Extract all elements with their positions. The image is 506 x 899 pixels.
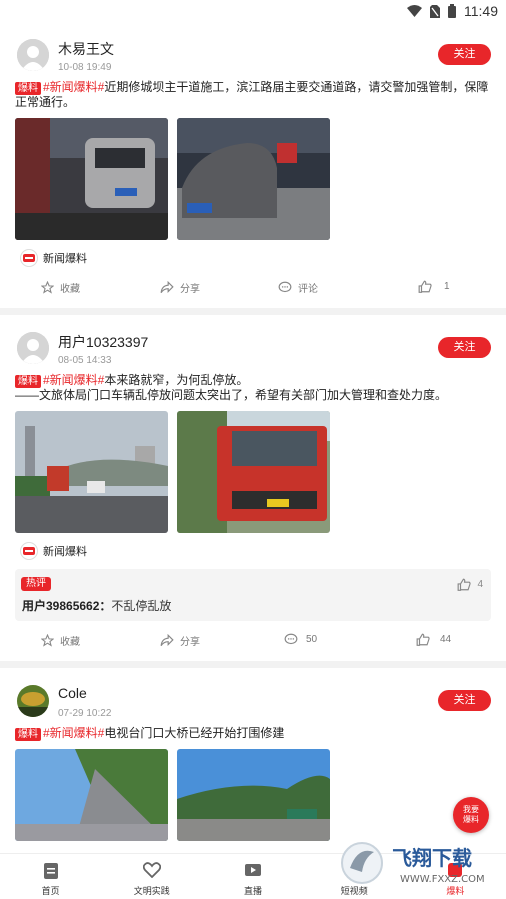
svg-text:飞翔下载: 飞翔下载 [392, 846, 472, 870]
avatar[interactable] [17, 39, 49, 71]
hot-comment-text: 不乱停乱放 [111, 599, 172, 613]
watermark-logo: 飞翔下载 WWW.FXXZ.COM [340, 838, 500, 888]
like-button[interactable]: 44 [416, 633, 451, 646]
video-icon [245, 864, 261, 876]
post-content[interactable]: 爆料 #新闻爆料#本来路就窄，为何乱停放。 ——文旅体局门口车辆乱停放问题太突出了… [15, 373, 491, 403]
post-image[interactable] [177, 411, 330, 533]
star-icon [41, 281, 54, 294]
topic-link[interactable]: #新闻爆料# [43, 726, 104, 740]
post-image[interactable] [15, 749, 168, 841]
comment-button[interactable]: 50 [284, 633, 317, 646]
author-name[interactable]: 用户10323397 [58, 332, 148, 352]
report-badge: 爆料 [15, 82, 41, 95]
tab-live[interactable]: 直播 [202, 854, 303, 899]
news-logo-icon [20, 542, 38, 560]
post-time: 10-08 19:49 [58, 62, 112, 73]
divider [0, 308, 506, 315]
source-channel[interactable]: 新闻爆料 [15, 248, 491, 268]
status-time: 11:49 [464, 3, 498, 19]
heart-icon [142, 862, 161, 878]
post-time: 08-05 14:33 [58, 355, 112, 366]
source-name: 新闻爆料 [43, 253, 87, 265]
hot-comment-badge: 热评 [21, 577, 51, 591]
comment-icon [284, 633, 298, 645]
post-image[interactable] [15, 118, 168, 240]
topic-link[interactable]: #新闻爆料# [43, 373, 104, 387]
status-bar: 11:49 [0, 0, 506, 22]
author-name[interactable]: 木易王文 [58, 39, 114, 59]
post-text: 本来路就窄，为何乱停放。 [104, 373, 249, 387]
comment-icon [278, 281, 292, 293]
hot-comment[interactable]: 热评 用户39865662：不乱停乱放 4 [15, 569, 491, 621]
no-sim-icon [430, 4, 440, 18]
battery-icon [448, 4, 456, 18]
share-icon [160, 281, 174, 294]
post-card[interactable]: 用户10323397 08-05 14:33 关注 爆料 #新闻爆料#本来路就窄，… [0, 315, 506, 661]
report-badge: 爆料 [15, 375, 41, 388]
thumb-up-icon [416, 633, 430, 646]
follow-button[interactable]: 关注 [438, 337, 491, 358]
svg-text:WWW.FXXZ.COM: WWW.FXXZ.COM [400, 874, 485, 885]
share-button[interactable]: 分享 [160, 633, 200, 648]
post-text: 电视台门口大桥已经开始打围修建 [104, 726, 285, 740]
post-content[interactable]: 爆料 #新闻爆料#电视台门口大桥已经开始打围修建 [15, 726, 491, 741]
post-content[interactable]: 爆料 #新闻爆料#近期修城坝主干道施工，滨江路届主要交通道路，请交警加强管制，保障… [15, 80, 491, 110]
tab-civilization-practice[interactable]: 文明实践 [101, 854, 202, 899]
like-button[interactable]: 1 [418, 280, 450, 293]
share-icon [160, 634, 174, 647]
divider [0, 661, 506, 668]
comment-button[interactable]: 评论 [278, 280, 318, 295]
follow-button[interactable]: 关注 [438, 690, 491, 711]
hot-comment-like-button[interactable]: 4 [457, 578, 483, 591]
author-name[interactable]: Cole [58, 685, 87, 701]
thumb-up-icon [418, 280, 432, 293]
avatar[interactable] [17, 685, 49, 717]
tab-home[interactable]: 首页 [0, 854, 101, 899]
wifi-icon [407, 5, 422, 17]
post-time: 07-29 10:22 [58, 708, 112, 719]
hot-comment-user[interactable]: 用户39865662： [22, 599, 111, 613]
post-image[interactable] [15, 411, 168, 533]
avatar[interactable] [17, 332, 49, 364]
collect-button[interactable]: 收藏 [41, 280, 80, 295]
news-logo-icon [20, 249, 38, 267]
source-name: 新闻爆料 [43, 546, 87, 558]
thumb-up-icon [458, 578, 472, 591]
topic-link[interactable]: #新闻爆料# [43, 80, 104, 94]
post-image[interactable] [177, 749, 330, 841]
report-float-button[interactable]: 我要 爆料 [453, 797, 489, 833]
collect-button[interactable]: 收藏 [41, 633, 80, 648]
post-card[interactable]: 木易王文 10-08 19:49 关注 爆料 #新闻爆料#近期修城坝主干道施工，滨… [0, 22, 506, 308]
post-image[interactable] [177, 118, 330, 240]
share-button[interactable]: 分享 [160, 280, 200, 295]
star-icon [41, 634, 54, 647]
follow-button[interactable]: 关注 [438, 44, 491, 65]
post-card[interactable]: Cole 07-29 10:22 关注 爆料 #新闻爆料#电视台门口大桥已经开始打… [0, 668, 506, 841]
report-badge: 爆料 [15, 728, 41, 741]
home-icon [43, 863, 58, 879]
post-text-line2: ——文旅体局门口车辆乱停放问题太突出了，希望有关部门加大管理和查处力度。 [15, 388, 448, 402]
source-channel[interactable]: 新闻爆料 [15, 541, 491, 561]
